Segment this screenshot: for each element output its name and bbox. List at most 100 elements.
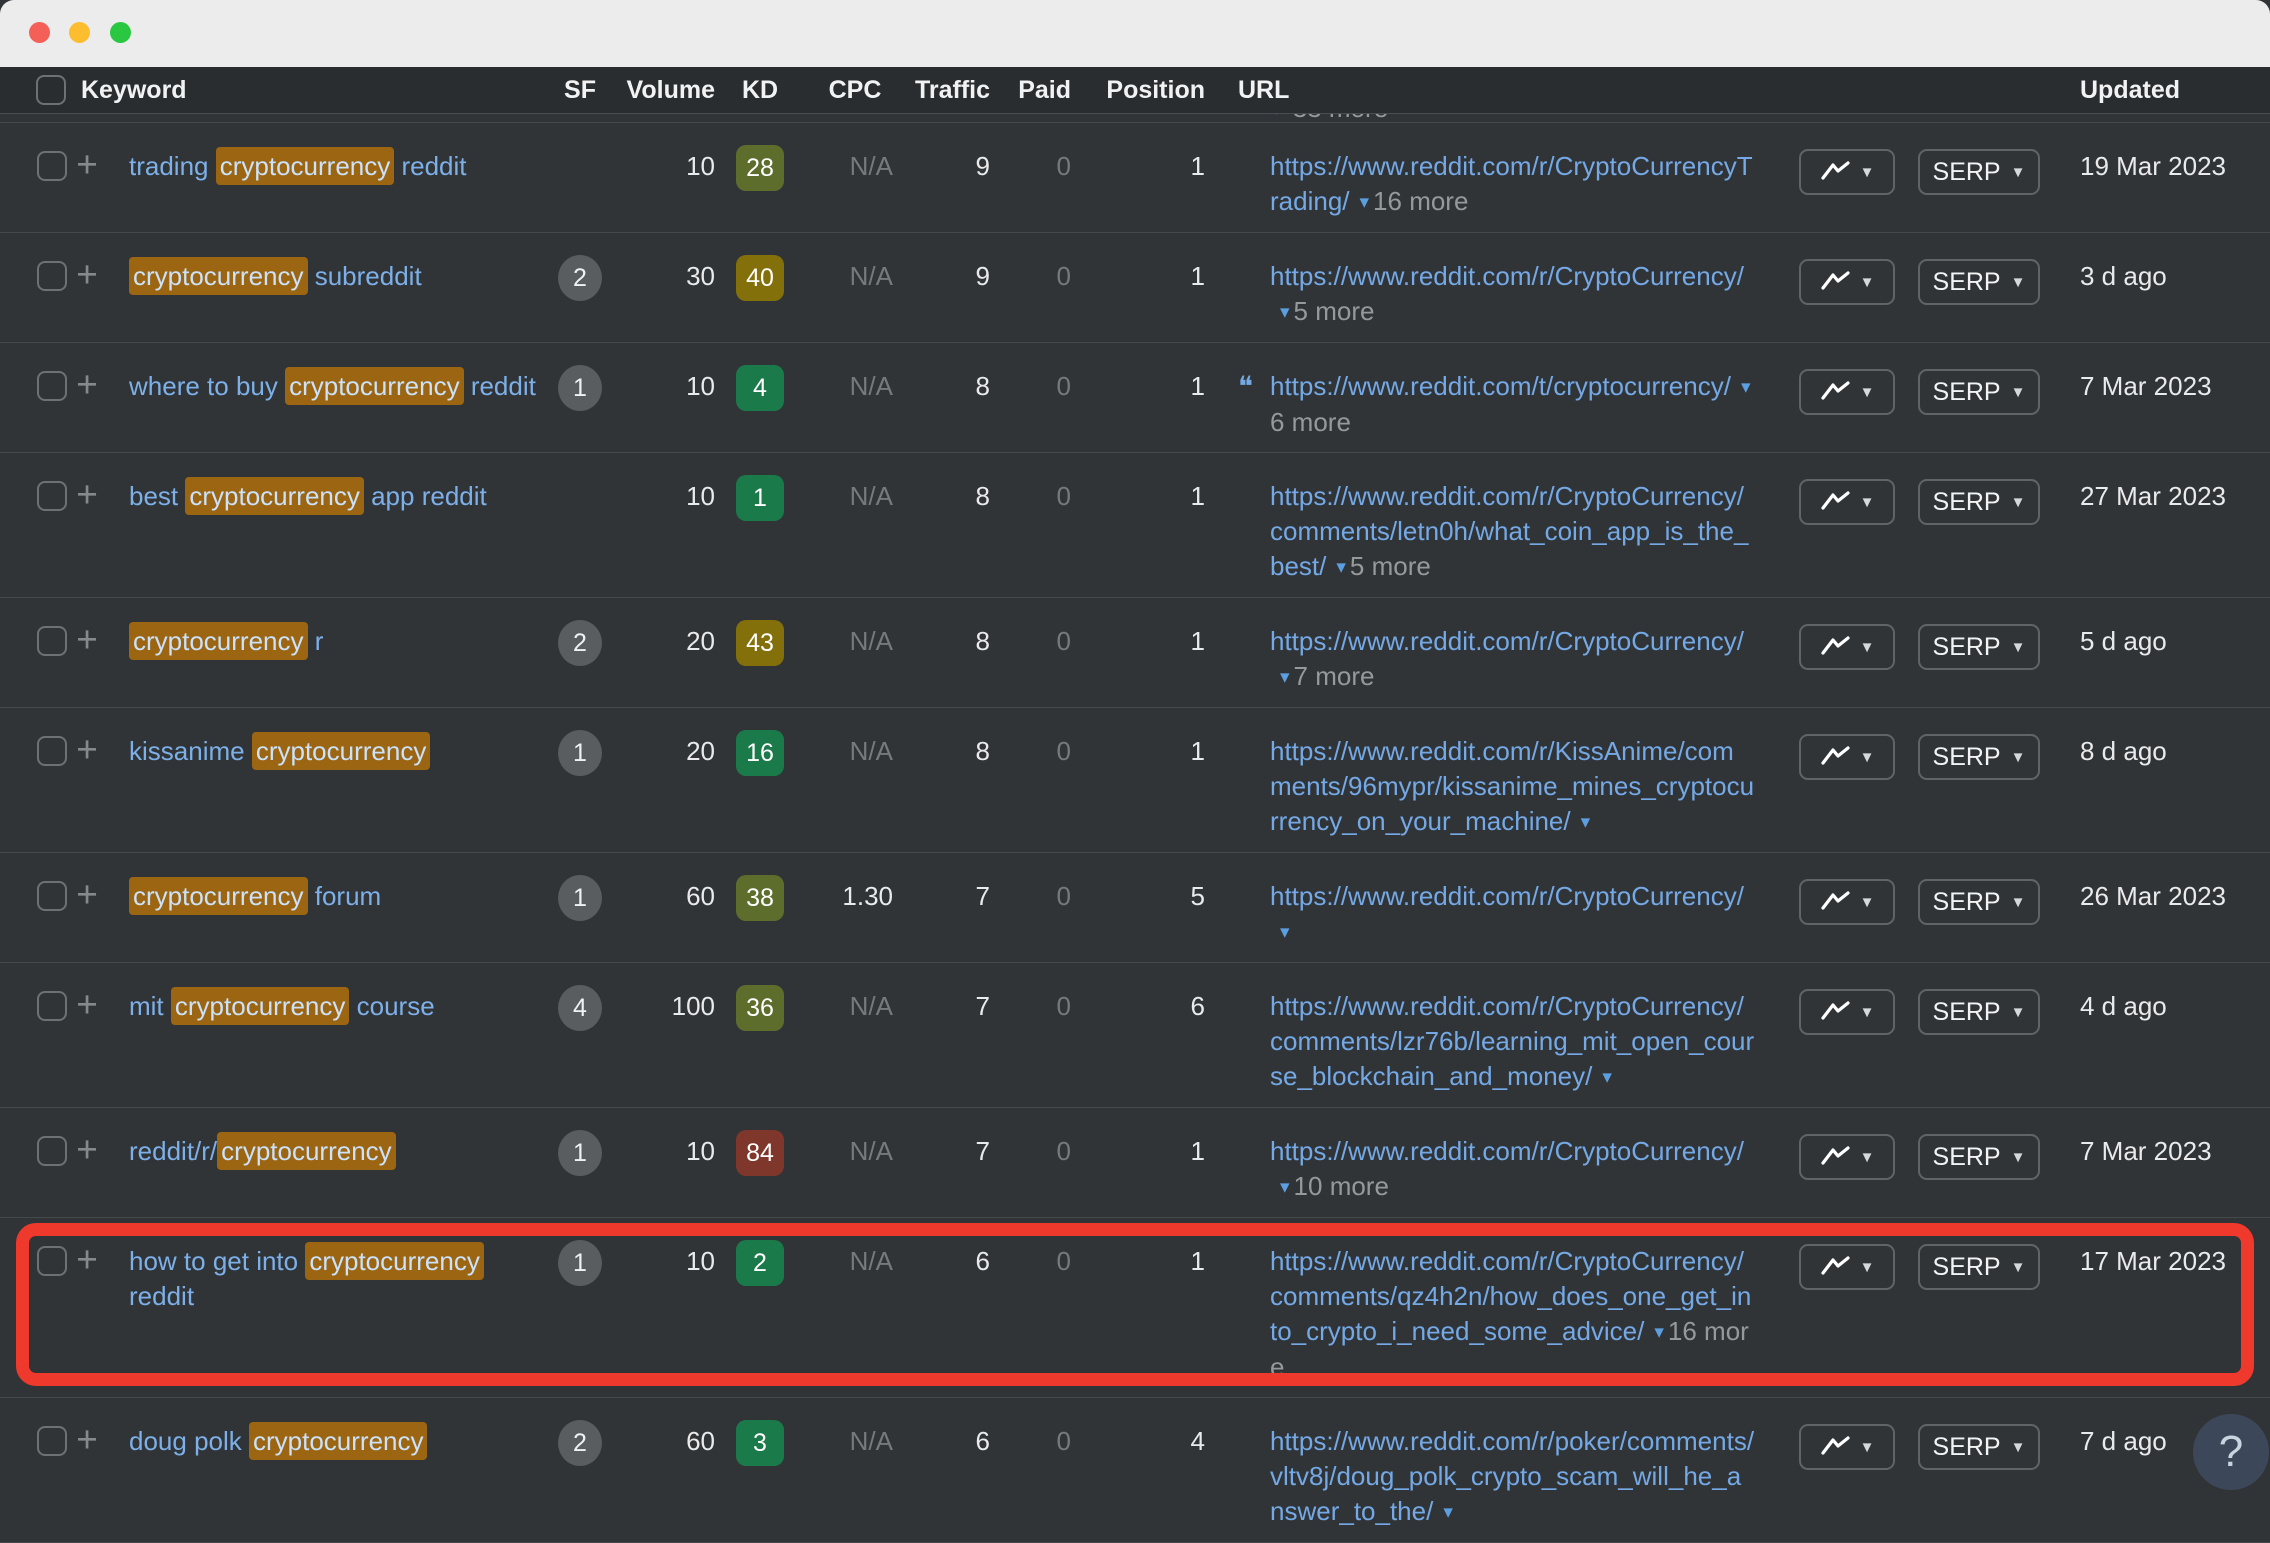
serp-button[interactable]: SERP ▼: [1918, 1424, 2040, 1470]
column-header-traffic[interactable]: Traffic: [905, 76, 990, 105]
row-checkbox[interactable]: [37, 881, 67, 911]
row-checkbox[interactable]: [37, 626, 67, 656]
keyword-link[interactable]: cryptocurrency forum: [107, 879, 545, 950]
chevron-down-icon[interactable]: ▾: [1443, 1495, 1453, 1530]
keyword-link[interactable]: kissanime cryptocurrency: [107, 734, 545, 840]
url-link[interactable]: https://www.reddit.com/r/KissAnime/comme…: [1270, 736, 1754, 836]
row-checkbox[interactable]: [37, 371, 67, 401]
url-link[interactable]: https://www.reddit.com/r/CryptoCurrency/: [1270, 261, 1744, 291]
serp-button-label: SERP: [1933, 740, 2001, 775]
row-checkbox[interactable]: [37, 736, 67, 766]
add-keyword-icon[interactable]: +: [67, 1244, 107, 1385]
keyword-link[interactable]: where to buy cryptocurrency reddit: [107, 369, 545, 440]
serp-button[interactable]: SERP ▼: [1918, 989, 2040, 1035]
add-keyword-icon[interactable]: +: [67, 1424, 107, 1530]
chevron-down-icon[interactable]: ▾: [1336, 550, 1346, 585]
trend-chart-button[interactable]: ▼: [1799, 879, 1895, 925]
keyword-link[interactable]: cryptocurrency subreddit: [107, 259, 545, 330]
keyword-link[interactable]: cryptocurrency r: [107, 624, 545, 695]
serp-button[interactable]: SERP ▼: [1918, 734, 2040, 780]
serp-button[interactable]: SERP ▼: [1918, 259, 2040, 305]
keyword-link[interactable]: trading cryptocurrency reddit: [107, 149, 545, 220]
chevron-down-icon[interactable]: ▾: [1654, 1315, 1664, 1350]
chevron-down-icon[interactable]: ▾: [1280, 660, 1290, 695]
window-close-button[interactable]: [29, 22, 50, 43]
trend-chart-button[interactable]: ▼: [1799, 1424, 1895, 1470]
row-checkbox[interactable]: [37, 481, 67, 511]
chevron-down-icon[interactable]: ▾: [1602, 1060, 1612, 1095]
trend-chart-button[interactable]: ▼: [1799, 259, 1895, 305]
trend-chart-button[interactable]: ▼: [1799, 989, 1895, 1035]
keyword-link[interactable]: how to get into cryptocurrency reddit: [107, 1244, 545, 1385]
url-link[interactable]: https://www.reddit.com/r/CryptoCurrency/: [1270, 626, 1744, 656]
row-checkbox[interactable]: [37, 261, 67, 291]
row-checkbox[interactable]: [37, 991, 67, 1021]
serp-button[interactable]: SERP ▼: [1918, 149, 2040, 195]
chevron-down-icon[interactable]: ▾: [1272, 114, 1282, 121]
url-link[interactable]: https://www.reddit.com/r/CryptoCurrencyT…: [1270, 151, 1753, 216]
trend-chart-button[interactable]: ▼: [1799, 1244, 1895, 1290]
row-checkbox[interactable]: [37, 151, 67, 181]
add-keyword-icon[interactable]: +: [67, 989, 107, 1095]
add-keyword-icon[interactable]: +: [67, 259, 107, 330]
column-header-url[interactable]: URL: [1210, 76, 1755, 105]
url-link[interactable]: https://www.reddit.com/r/poker/comments/…: [1270, 1426, 1754, 1526]
url-link[interactable]: https://www.reddit.com/r/CryptoCurrency/: [1270, 881, 1744, 911]
trend-chart-button[interactable]: ▼: [1799, 369, 1895, 415]
kd-badge: 36: [736, 985, 784, 1031]
serp-button[interactable]: SERP ▼: [1918, 879, 2040, 925]
row-checkbox[interactable]: [37, 1426, 67, 1456]
column-header-keyword[interactable]: Keyword: [67, 76, 545, 105]
chevron-down-icon[interactable]: ▾: [1741, 370, 1751, 405]
trend-chart-button[interactable]: ▼: [1799, 624, 1895, 670]
chevron-down-icon[interactable]: ▾: [1581, 805, 1591, 840]
trend-chart-button[interactable]: ▼: [1799, 1134, 1895, 1180]
row-checkbox[interactable]: [37, 1246, 67, 1276]
keyword-highlight: cryptocurrency: [129, 877, 308, 915]
keyword-link[interactable]: mit cryptocurrency course: [107, 989, 545, 1095]
add-keyword-icon[interactable]: +: [67, 879, 107, 950]
url-link[interactable]: https://www.reddit.com/r/CryptoCurrency/: [1270, 1136, 1744, 1166]
url-link[interactable]: https://www.reddit.com/r/CryptoCurrency/…: [1270, 991, 1754, 1091]
add-keyword-icon[interactable]: +: [67, 149, 107, 220]
chevron-down-icon[interactable]: ▾: [1280, 1170, 1290, 1205]
add-keyword-icon[interactable]: +: [67, 1134, 107, 1205]
column-header-updated[interactable]: Updated: [2055, 76, 2270, 105]
add-keyword-icon[interactable]: +: [67, 369, 107, 440]
url-link[interactable]: https://www.reddit.com/t/cryptocurrency/: [1270, 371, 1731, 401]
serp-button[interactable]: SERP ▼: [1918, 1244, 2040, 1290]
select-all-checkbox[interactable]: [36, 75, 66, 105]
column-header-paid[interactable]: Paid: [990, 76, 1075, 105]
window-zoom-button[interactable]: [110, 22, 131, 43]
help-button[interactable]: ?: [2193, 1414, 2269, 1490]
trend-chart-button[interactable]: ▼: [1799, 149, 1895, 195]
kd-cell: 84: [715, 1134, 805, 1205]
row-checkbox-cell: [0, 624, 67, 695]
column-header-cpc[interactable]: CPC: [805, 76, 905, 105]
serp-button[interactable]: SERP ▼: [1918, 624, 2040, 670]
trend-chart-button[interactable]: ▼: [1799, 734, 1895, 780]
serp-cell: SERP ▼: [1895, 1134, 2055, 1205]
chevron-down-icon[interactable]: ▾: [1360, 185, 1370, 220]
add-keyword-icon[interactable]: +: [67, 479, 107, 585]
serp-button[interactable]: SERP ▼: [1918, 369, 2040, 415]
trend-chart-button[interactable]: ▼: [1799, 479, 1895, 525]
column-header-kd[interactable]: KD: [715, 76, 805, 105]
serp-button[interactable]: SERP ▼: [1918, 1134, 2040, 1180]
cpc-value: N/A: [805, 149, 905, 220]
add-keyword-icon[interactable]: +: [67, 624, 107, 695]
keyword-link[interactable]: best cryptocurrency app reddit: [107, 479, 545, 585]
column-header-volume[interactable]: Volume: [615, 76, 715, 105]
row-checkbox[interactable]: [37, 1136, 67, 1166]
serp-button[interactable]: SERP ▼: [1918, 479, 2040, 525]
kd-badge: 84: [736, 1130, 784, 1176]
add-keyword-icon[interactable]: +: [67, 734, 107, 840]
column-header-sf[interactable]: SF: [545, 76, 615, 105]
keyword-link[interactable]: doug polk cryptocurrency: [107, 1424, 545, 1530]
window-minimize-button[interactable]: [69, 22, 90, 43]
column-header-position[interactable]: Position: [1075, 76, 1210, 105]
chevron-down-icon[interactable]: ▾: [1280, 295, 1290, 330]
chevron-down-icon[interactable]: ▾: [1280, 915, 1290, 950]
keyword-link[interactable]: reddit/r/cryptocurrency: [107, 1134, 545, 1205]
position-value: 1: [1075, 1244, 1210, 1385]
